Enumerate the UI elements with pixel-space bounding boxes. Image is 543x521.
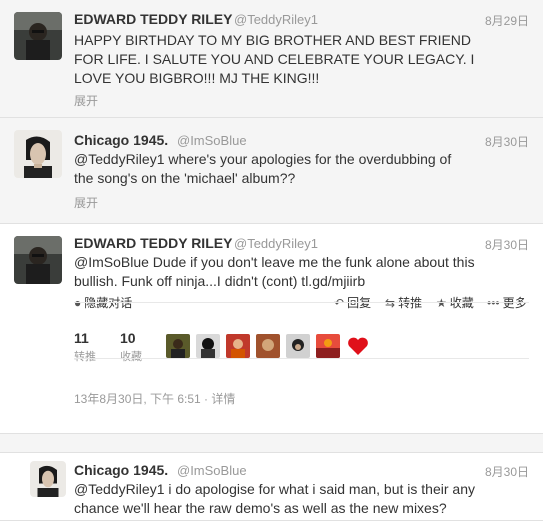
retweet-icon: ⇆ (385, 296, 396, 310)
tweet-timestamp[interactable]: 8月30日 (485, 463, 529, 480)
author-name[interactable]: Chicago 1945. (74, 132, 168, 148)
divider (74, 302, 529, 303)
reply-icon: ↶ (334, 296, 345, 310)
tweet-text: HAPPY BIRTHDAY TO MY BIG BROTHER AND BES… (74, 32, 475, 86)
tweet-text: @TeddyRiley1 where's your apologies for … (74, 151, 452, 186)
author-handle[interactable]: @TeddyRiley1 (234, 236, 318, 251)
tweet-3-expanded[interactable]: EDWARD TEDDY RILEY @TeddyRiley1 8月30日 @I… (0, 224, 543, 434)
tweet-detail-timestamp[interactable]: 13年8月30日, 下午 6:51 · 详情 (74, 390, 235, 407)
avatar[interactable] (14, 130, 62, 178)
author-handle[interactable]: @TeddyRiley1 (234, 12, 318, 27)
tweet-timestamp[interactable]: 8月29日 (485, 12, 529, 29)
tweet-timestamp[interactable]: 8月30日 (485, 236, 529, 253)
more-dots-icon: ••• (487, 296, 500, 310)
favoriter-avatar[interactable] (286, 334, 310, 358)
author-handle[interactable]: @ImSoBlue (177, 463, 247, 478)
avatar[interactable] (30, 461, 66, 497)
tweet-2[interactable]: Chicago 1945. @ImSoBlue 8月30日 @TeddyRile… (0, 118, 543, 224)
conversation-gap (0, 434, 543, 452)
tweet-text: @ImSoBlue Dude if you don't leave me the… (74, 254, 475, 289)
author-name[interactable]: EDWARD TEDDY RILEY (74, 235, 232, 251)
conversation-icon: ● (74, 296, 82, 310)
tweet-text: @TeddyRiley1 i do apologise for what i s… (74, 481, 475, 516)
author-name[interactable]: Chicago 1945. (74, 462, 168, 478)
avatar[interactable] (14, 236, 62, 284)
favoriter-avatar[interactable] (346, 334, 370, 358)
author-handle[interactable]: @ImSoBlue (177, 133, 247, 148)
tweet-4-reply[interactable]: Chicago 1945. @ImSoBlue 8月30日 @TeddyRile… (0, 452, 543, 521)
author-name[interactable]: EDWARD TEDDY RILEY (74, 11, 232, 27)
expand-link[interactable]: 展开 (74, 92, 98, 109)
favoriter-avatar[interactable] (226, 334, 250, 358)
favoriter-avatar[interactable] (166, 334, 190, 358)
divider (74, 358, 529, 359)
tweet-timestamp[interactable]: 8月30日 (485, 133, 529, 150)
tweet-1[interactable]: EDWARD TEDDY RILEY @TeddyRiley1 8月29日 HA… (0, 0, 543, 118)
avatar[interactable] (14, 12, 62, 60)
expand-link[interactable]: 展开 (74, 194, 98, 211)
favoriter-avatar[interactable] (256, 334, 280, 358)
star-icon: ★ (436, 296, 447, 310)
favoriter-avatar[interactable] (196, 334, 220, 358)
favoriter-avatar[interactable] (316, 334, 340, 358)
